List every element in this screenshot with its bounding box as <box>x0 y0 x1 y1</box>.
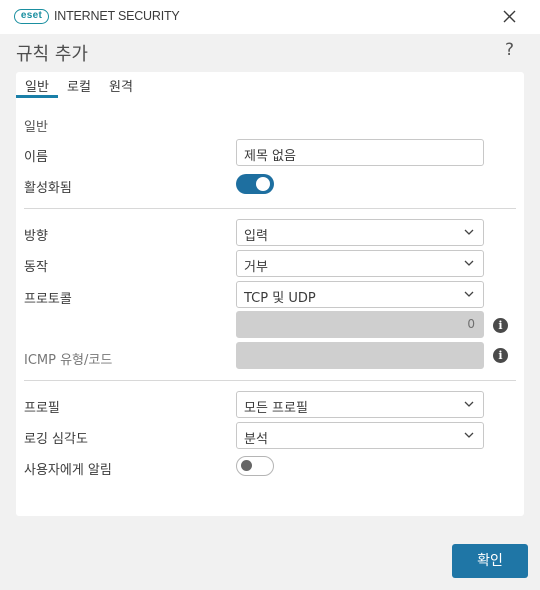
close-button[interactable] <box>498 7 520 27</box>
chevron-down-icon <box>464 291 474 297</box>
product-name: INTERNET SECURITY <box>54 9 180 23</box>
action-select[interactable]: 거부 <box>236 250 484 277</box>
profile-label: 프로필 <box>24 401 60 416</box>
icmp-label: ICMP 유형/코드 <box>24 353 113 368</box>
section-general: 일반 <box>24 120 48 135</box>
notify-user-label: 사용자에게 알림 <box>24 463 112 478</box>
protocol-select[interactable]: TCP 및 UDP <box>236 281 484 308</box>
tab-local[interactable]: 로컬 <box>67 76 91 95</box>
action-value: 거부 <box>244 260 268 275</box>
tab-general[interactable]: 일반 <box>25 76 49 95</box>
chevron-down-icon <box>464 260 474 266</box>
tab-remote[interactable]: 원격 <box>109 76 133 95</box>
direction-value: 입력 <box>244 229 268 244</box>
toggle-knob <box>256 177 270 191</box>
protocol-number-value: 0 <box>467 317 475 331</box>
protocol-value: TCP 및 UDP <box>244 291 316 306</box>
dialog-title: 규칙 추가 <box>16 44 88 65</box>
enabled-label: 활성화됨 <box>24 181 72 196</box>
title-bar: eset INTERNET SECURITY <box>0 0 540 34</box>
log-severity-select[interactable]: 분석 <box>236 422 484 449</box>
icmp-input <box>236 342 484 369</box>
active-tab-indicator <box>16 95 58 98</box>
direction-label: 방향 <box>24 229 48 244</box>
action-label: 동작 <box>24 260 48 275</box>
name-input[interactable]: 제목 없음 <box>236 139 484 166</box>
protocol-label: 프로토콜 <box>24 292 72 307</box>
notify-user-toggle[interactable] <box>236 456 274 476</box>
eset-logo: eset <box>14 9 49 24</box>
divider <box>24 380 516 381</box>
log-severity-label: 로깅 심각도 <box>24 432 88 447</box>
log-severity-value: 분석 <box>244 432 268 447</box>
ok-button[interactable]: 확인 <box>452 544 528 578</box>
close-icon <box>503 10 516 23</box>
chevron-down-icon <box>464 432 474 438</box>
info-icon[interactable]: i <box>493 318 508 333</box>
name-label: 이름 <box>24 150 48 165</box>
chevron-down-icon <box>464 401 474 407</box>
chevron-down-icon <box>464 229 474 235</box>
profile-select[interactable]: 모든 프로필 <box>236 391 484 418</box>
toggle-knob <box>241 460 252 471</box>
info-icon[interactable]: i <box>493 348 508 363</box>
help-button[interactable]: ? <box>505 40 514 60</box>
protocol-number-input: 0 <box>236 311 484 338</box>
divider <box>24 208 516 209</box>
direction-select[interactable]: 입력 <box>236 219 484 246</box>
enabled-toggle[interactable] <box>236 174 274 194</box>
profile-value: 모든 프로필 <box>244 401 308 416</box>
